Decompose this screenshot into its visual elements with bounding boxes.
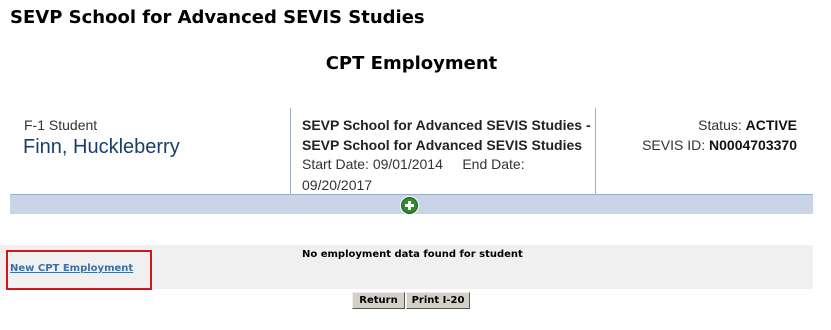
- school-name-header: SEVP School for Advanced SEVIS Studies: [10, 7, 425, 28]
- school-name-line-1: SEVP School for Advanced SEVIS Studies -: [302, 117, 591, 133]
- school-name-line-2: SEVP School for Advanced SEVIS Studies: [302, 137, 583, 153]
- student-info-card: F-1 Student Finn, Huckleberry SEVP Schoo…: [10, 108, 813, 195]
- return-button[interactable]: Return: [352, 292, 405, 309]
- student-identity-column: F-1 Student Finn, Huckleberry: [10, 108, 291, 194]
- visa-type-label: F-1 Student: [24, 117, 98, 133]
- status-value: ACTIVE: [745, 117, 797, 133]
- end-date-value: 09/20/2017: [302, 177, 373, 193]
- school-program-column: SEVP School for Advanced SEVIS Studies -…: [291, 108, 596, 194]
- start-date-label: Start Date:: [302, 156, 369, 172]
- plus-glyph: [405, 201, 414, 210]
- sevis-id-value: N0004703370: [709, 137, 797, 153]
- sevis-id-label: SEVIS ID:: [642, 137, 706, 153]
- plus-circle-icon[interactable]: [401, 197, 418, 214]
- status-label: Status:: [698, 117, 742, 133]
- status-column: Status: ACTIVE SEVIS ID: N0004703370: [596, 108, 813, 194]
- program-dates: Start Date: 09/01/2014 End Date:: [302, 156, 592, 172]
- status-line: Status: ACTIVE: [698, 117, 797, 133]
- sevis-id-line: SEVIS ID: N0004703370: [642, 137, 797, 153]
- end-date-label: End Date:: [462, 156, 525, 172]
- page-title: CPT Employment: [325, 53, 498, 74]
- print-i20-button[interactable]: Print I-20: [406, 292, 470, 309]
- start-date-value: 09/01/2014: [372, 156, 443, 172]
- student-name: Finn, Huckleberry: [23, 136, 180, 158]
- no-employment-message: No employment data found for student: [302, 249, 523, 260]
- action-bar: [10, 195, 813, 214]
- highlight-box: [6, 250, 152, 290]
